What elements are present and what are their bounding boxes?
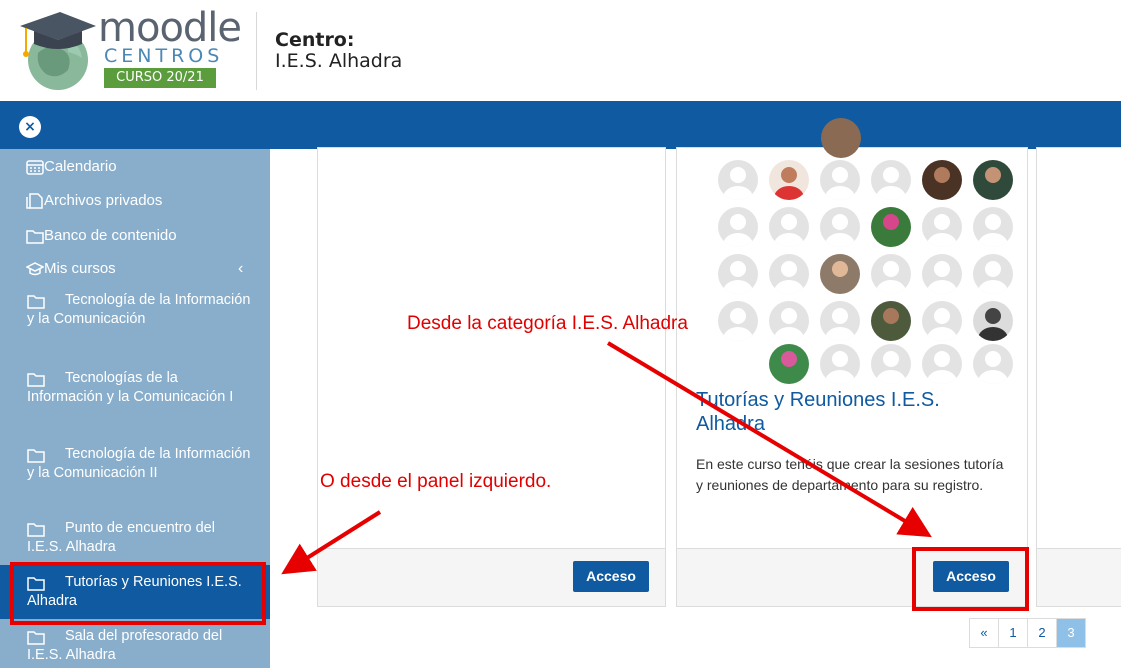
avatar xyxy=(718,254,758,294)
pagination-prev[interactable]: « xyxy=(969,618,999,648)
card-footer xyxy=(1037,548,1121,606)
chevron-left-icon[interactable]: ‹ xyxy=(238,259,243,278)
graduation-globe-icon xyxy=(20,12,96,90)
close-drawer-button[interactable]: × xyxy=(19,116,41,138)
file-icon xyxy=(26,193,43,209)
sidebar-course-label: Tecnología de la Información y la Comuni… xyxy=(27,292,251,327)
avatar xyxy=(871,301,911,341)
sidebar-item-mis-cursos[interactable]: Mis cursos ‹ xyxy=(0,259,270,279)
participants-avatar-grid xyxy=(717,118,1013,388)
avatar xyxy=(871,207,911,247)
sidebar-item-label: Calendario xyxy=(44,158,117,175)
avatar xyxy=(820,344,860,384)
card-footer: Acceso xyxy=(318,548,665,606)
annotation-panel-note: O desde el panel izquierdo. xyxy=(320,471,552,492)
sidebar-course-sala-profesorado[interactable]: Sala del profesorado del I.E.S. Alhadra xyxy=(0,627,270,668)
avatar xyxy=(922,160,962,200)
sidebar-item-banco[interactable]: Banco de contenido xyxy=(0,226,270,246)
pagination-page-2[interactable]: 2 xyxy=(1027,618,1057,648)
folder-icon xyxy=(26,230,44,244)
pagination-page-1[interactable]: 1 xyxy=(998,618,1028,648)
avatar xyxy=(922,207,962,247)
avatar xyxy=(769,344,809,384)
sidebar-item-archivos[interactable]: Archivos privados xyxy=(0,191,270,211)
course-card: Acceso xyxy=(317,147,666,607)
sidebar-course-label: Sala del profesorado del I.E.S. Alhadra xyxy=(27,628,223,663)
pagination-page-3[interactable]: 3 xyxy=(1056,618,1086,648)
avatar xyxy=(871,344,911,384)
avatar xyxy=(973,254,1013,294)
sidebar-course-label: Punto de encuentro del I.E.S. Alhadra xyxy=(27,520,215,555)
sidebar-course-tic[interactable]: Tecnología de la Información y la Comuni… xyxy=(0,291,270,353)
avatar xyxy=(769,301,809,341)
annotation-category-note: Desde la categoría I.E.S. Alhadra xyxy=(407,313,688,334)
sidebar-item-label: Banco de contenido xyxy=(44,227,177,244)
avatar xyxy=(922,301,962,341)
sidebar-course-label: Tecnologías de la Información y la Comun… xyxy=(27,370,234,405)
avatar xyxy=(769,207,809,247)
calendar-icon xyxy=(26,160,44,175)
avatar xyxy=(820,254,860,294)
avatar xyxy=(821,118,861,158)
avatar xyxy=(871,254,911,294)
avatar xyxy=(820,207,860,247)
avatar xyxy=(718,207,758,247)
course-card-tutorias: Tutorías y Reuniones I.E.S. Alhadra En e… xyxy=(676,118,1028,607)
course-card-partial xyxy=(1036,147,1121,607)
logo-subtitle: CENTROS xyxy=(104,45,224,67)
avatar xyxy=(973,160,1013,200)
site-header: moodle CENTROS CURSO 20/21 Centro: I.E.S… xyxy=(0,0,1121,101)
avatar xyxy=(820,160,860,200)
centro-label: Centro: xyxy=(275,29,355,51)
acceso-button[interactable]: Acceso xyxy=(573,561,649,592)
sidebar-item-label: Mis cursos xyxy=(44,260,116,277)
top-navbar: × xyxy=(0,101,1121,149)
avatar xyxy=(973,301,1013,341)
sidebar-item-label: Archivos privados xyxy=(44,192,163,209)
annotation-highlight-sidebar xyxy=(10,562,266,625)
sidebar-course-punto-encuentro[interactable]: Punto de encuentro del I.E.S. Alhadra xyxy=(0,519,270,561)
site-logo[interactable]: moodle CENTROS CURSO 20/21 xyxy=(18,8,242,94)
page-root: moodle CENTROS CURSO 20/21 Centro: I.E.S… xyxy=(0,0,1121,668)
avatar xyxy=(922,254,962,294)
avatar xyxy=(769,254,809,294)
course-description: En este curso tenéis que crear la sesion… xyxy=(696,456,1004,493)
logo-course-badge: CURSO 20/21 xyxy=(104,68,216,88)
sidebar-course-tic-1[interactable]: Tecnologías de la Información y la Comun… xyxy=(0,369,270,431)
avatar xyxy=(769,160,809,200)
sidebar-item-calendario[interactable]: Calendario xyxy=(0,157,270,177)
pagination: « 1 2 3 xyxy=(969,618,1086,648)
avatar xyxy=(973,344,1013,384)
centro-name: I.E.S. Alhadra xyxy=(275,50,403,72)
annotation-highlight-acceso xyxy=(912,547,1029,611)
avatar xyxy=(973,207,1013,247)
course-title-link[interactable]: Tutorías y Reuniones I.E.S. Alhadra xyxy=(696,388,996,436)
sidebar-course-label: Tecnología de la Información y la Comuni… xyxy=(27,446,251,481)
avatar xyxy=(922,344,962,384)
avatar xyxy=(820,301,860,341)
avatar xyxy=(718,160,758,200)
logo-wordmark: moodle xyxy=(98,5,242,51)
avatar xyxy=(718,301,758,341)
graduation-cap-icon xyxy=(26,262,44,276)
sidebar-course-tic-2[interactable]: Tecnología de la Información y la Comuni… xyxy=(0,445,270,507)
header-divider xyxy=(256,12,257,90)
avatar xyxy=(871,160,911,200)
